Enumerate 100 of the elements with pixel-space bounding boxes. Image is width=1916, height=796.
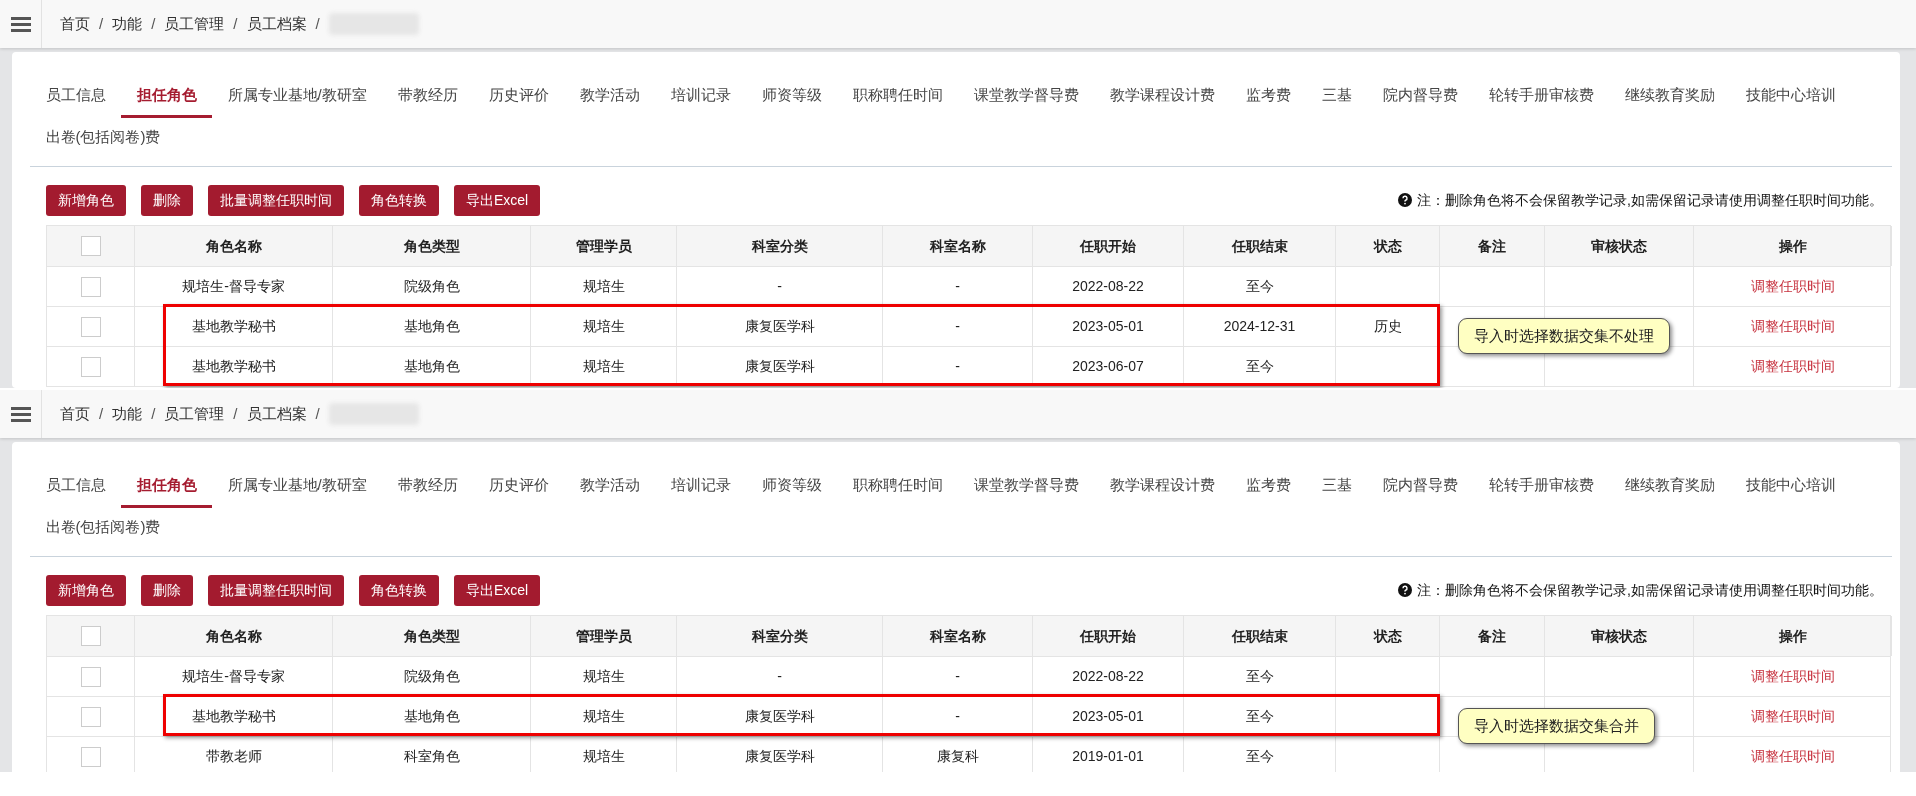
table-cell-text: 康复医学科: [744, 317, 815, 336]
action-button[interactable]: 批量调整任职时间: [208, 574, 344, 606]
tab[interactable]: 教学活动: [564, 466, 656, 508]
tab[interactable]: 所属专业基地/教研室: [212, 76, 383, 118]
action-button[interactable]: 导出Excel: [454, 574, 541, 606]
checkbox[interactable]: [80, 356, 101, 377]
adjust-link[interactable]: 调整任职时间: [1751, 706, 1835, 727]
tab[interactable]: 培训记录: [655, 76, 747, 118]
tab[interactable]: 出卷(包括阅卷)费: [30, 508, 176, 550]
tab[interactable]: 院内督导费: [1367, 466, 1474, 508]
table-cell-text: 规培生: [582, 707, 625, 726]
table-cell-text: -: [955, 707, 960, 726]
action-button[interactable]: 导出Excel: [454, 184, 541, 216]
breadcrumb-link[interactable]: 功能: [112, 402, 143, 426]
tab[interactable]: 历史评价: [473, 466, 565, 508]
table-cell-text: 基地角色: [403, 357, 460, 376]
tab[interactable]: 技能中心培训: [1730, 76, 1852, 118]
table-cell-text: 2023-05-01: [1072, 317, 1144, 336]
tab[interactable]: 课堂教学督导费: [958, 76, 1095, 118]
tab[interactable]: 教学课程设计费: [1094, 466, 1231, 508]
column-header: 状态: [1336, 226, 1440, 266]
callout-note: 导入时选择数据交集合并: [1458, 708, 1655, 744]
breadcrumb-link[interactable]: 员工管理: [164, 12, 225, 36]
breadcrumb-link[interactable]: 首页: [60, 402, 90, 426]
tab[interactable]: 所属专业基地/教研室: [212, 466, 383, 508]
tab[interactable]: 历史评价: [473, 76, 565, 118]
help-icon: [1398, 583, 1413, 597]
breadcrumb-link[interactable]: 员工档案: [246, 402, 307, 426]
action-button[interactable]: 新增角色: [46, 184, 126, 216]
table-cell-text: 至今: [1245, 747, 1274, 766]
breadcrumb-separator: /: [98, 13, 105, 34]
tab[interactable]: 员工信息: [30, 466, 121, 508]
tab[interactable]: 三基: [1306, 76, 1368, 118]
tab[interactable]: 职称聘任时间: [837, 76, 959, 118]
table-cell-text: 院级角色: [403, 277, 460, 296]
action-button[interactable]: 新增角色: [46, 574, 126, 606]
breadcrumb-link[interactable]: 功能: [112, 12, 143, 36]
checkbox[interactable]: [80, 236, 101, 256]
adjust-link[interactable]: 调整任职时间: [1751, 666, 1835, 687]
tab[interactable]: 职称聘任时间: [837, 466, 959, 508]
action-button[interactable]: 删除: [141, 184, 193, 216]
column-header: 操作: [1694, 226, 1892, 266]
tab[interactable]: 监考费: [1230, 466, 1307, 508]
action-button[interactable]: 角色转换: [359, 184, 439, 216]
action-button[interactable]: 角色转换: [359, 574, 439, 606]
tab[interactable]: 课堂教学督导费: [958, 466, 1095, 508]
checkbox[interactable]: [80, 316, 101, 337]
breadcrumb-link[interactable]: 首页: [60, 12, 90, 36]
column-header: 审核状态: [1545, 616, 1694, 656]
column-header: 角色名称: [135, 616, 333, 656]
action-button[interactable]: 删除: [141, 574, 193, 606]
adjust-link[interactable]: 调整任职时间: [1751, 746, 1835, 767]
table-cell-text: 康复医学科: [744, 747, 815, 766]
table-cell-text: 2022-08-22: [1072, 667, 1144, 686]
tab[interactable]: 带教经历: [382, 76, 474, 118]
breadcrumb-separator: /: [232, 13, 239, 34]
adjust-link[interactable]: 调整任职时间: [1751, 316, 1835, 337]
checkbox[interactable]: [80, 746, 101, 767]
tab[interactable]: 继续教育奖励: [1609, 76, 1731, 118]
breadcrumb-link[interactable]: 员工管理: [164, 402, 225, 426]
checkbox[interactable]: [80, 706, 101, 727]
column-header: 状态: [1336, 616, 1440, 656]
tab[interactable]: 员工信息: [30, 76, 121, 118]
breadcrumb-separator: /: [150, 403, 157, 424]
column-header: 任职开始: [1033, 226, 1184, 266]
breadcrumb-link[interactable]: 员工档案: [246, 12, 307, 36]
table-cell-text: 至今: [1245, 707, 1274, 726]
tab[interactable]: 担任角色: [121, 466, 212, 508]
table-cell-text: 康复科: [936, 747, 979, 766]
tab[interactable]: 师资等级: [746, 76, 838, 118]
adjust-link[interactable]: 调整任职时间: [1751, 356, 1835, 377]
checkbox[interactable]: [80, 626, 101, 646]
adjust-link[interactable]: 调整任职时间: [1751, 276, 1835, 297]
table-cell-text: -: [955, 277, 960, 296]
checkbox[interactable]: [80, 666, 101, 687]
tab[interactable]: 带教经历: [382, 466, 474, 508]
tab[interactable]: 教学活动: [564, 76, 656, 118]
tab[interactable]: 培训记录: [655, 466, 747, 508]
note-text: 注：删除角色将不会保留教学记录,如需保留记录请使用调整任职时间功能。: [1417, 190, 1883, 210]
tab[interactable]: 轮转手册审核费: [1473, 466, 1610, 508]
tab[interactable]: 师资等级: [746, 466, 838, 508]
tab[interactable]: 教学课程设计费: [1094, 76, 1231, 118]
table-cell-text: 基地角色: [403, 317, 460, 336]
checkbox[interactable]: [80, 276, 101, 297]
callout-note: 导入时选择数据交集不处理: [1458, 318, 1670, 354]
tab[interactable]: 技能中心培训: [1730, 466, 1852, 508]
tab[interactable]: 担任角色: [121, 76, 212, 118]
tab[interactable]: 出卷(包括阅卷)费: [30, 118, 176, 160]
column-header: 角色名称: [135, 226, 333, 266]
tab[interactable]: 监考费: [1230, 76, 1307, 118]
tab[interactable]: 院内督导费: [1367, 76, 1474, 118]
table-cell-text: 至今: [1245, 667, 1274, 686]
tab[interactable]: 轮转手册审核费: [1473, 76, 1610, 118]
breadcrumb-separator: /: [314, 403, 321, 424]
action-button[interactable]: 批量调整任职时间: [208, 184, 344, 216]
tab[interactable]: 三基: [1306, 466, 1368, 508]
column-header: 科室分类: [677, 616, 883, 656]
column-header: 任职开始: [1033, 616, 1184, 656]
tab[interactable]: 继续教育奖励: [1609, 466, 1731, 508]
table-cell-text: -: [777, 277, 782, 296]
